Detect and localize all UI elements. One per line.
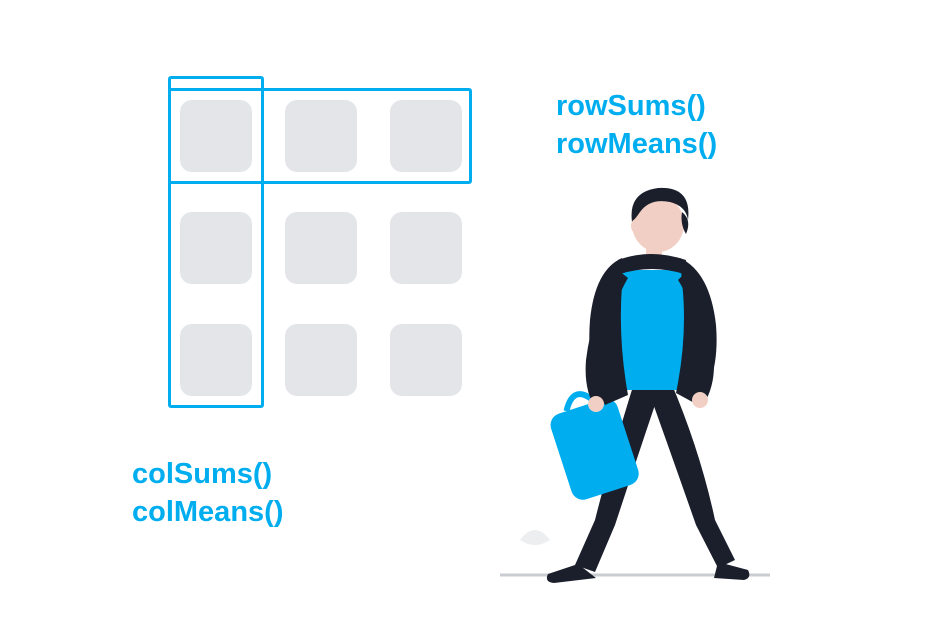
grid-cell — [390, 324, 462, 396]
col-means-label: colMeans() — [132, 494, 283, 530]
grid-cell — [285, 212, 357, 284]
col-sums-label: colSums() — [132, 456, 272, 492]
grid-cell — [285, 324, 357, 396]
col-highlight — [168, 76, 264, 408]
diagram-stage: rowSums() rowMeans() colSums() colMeans(… — [0, 0, 930, 620]
row-sums-label: rowSums() — [556, 88, 706, 124]
grid-cell — [390, 212, 462, 284]
person-illustration — [500, 180, 820, 595]
row-means-label: rowMeans() — [556, 126, 717, 162]
person-svg — [500, 180, 820, 590]
